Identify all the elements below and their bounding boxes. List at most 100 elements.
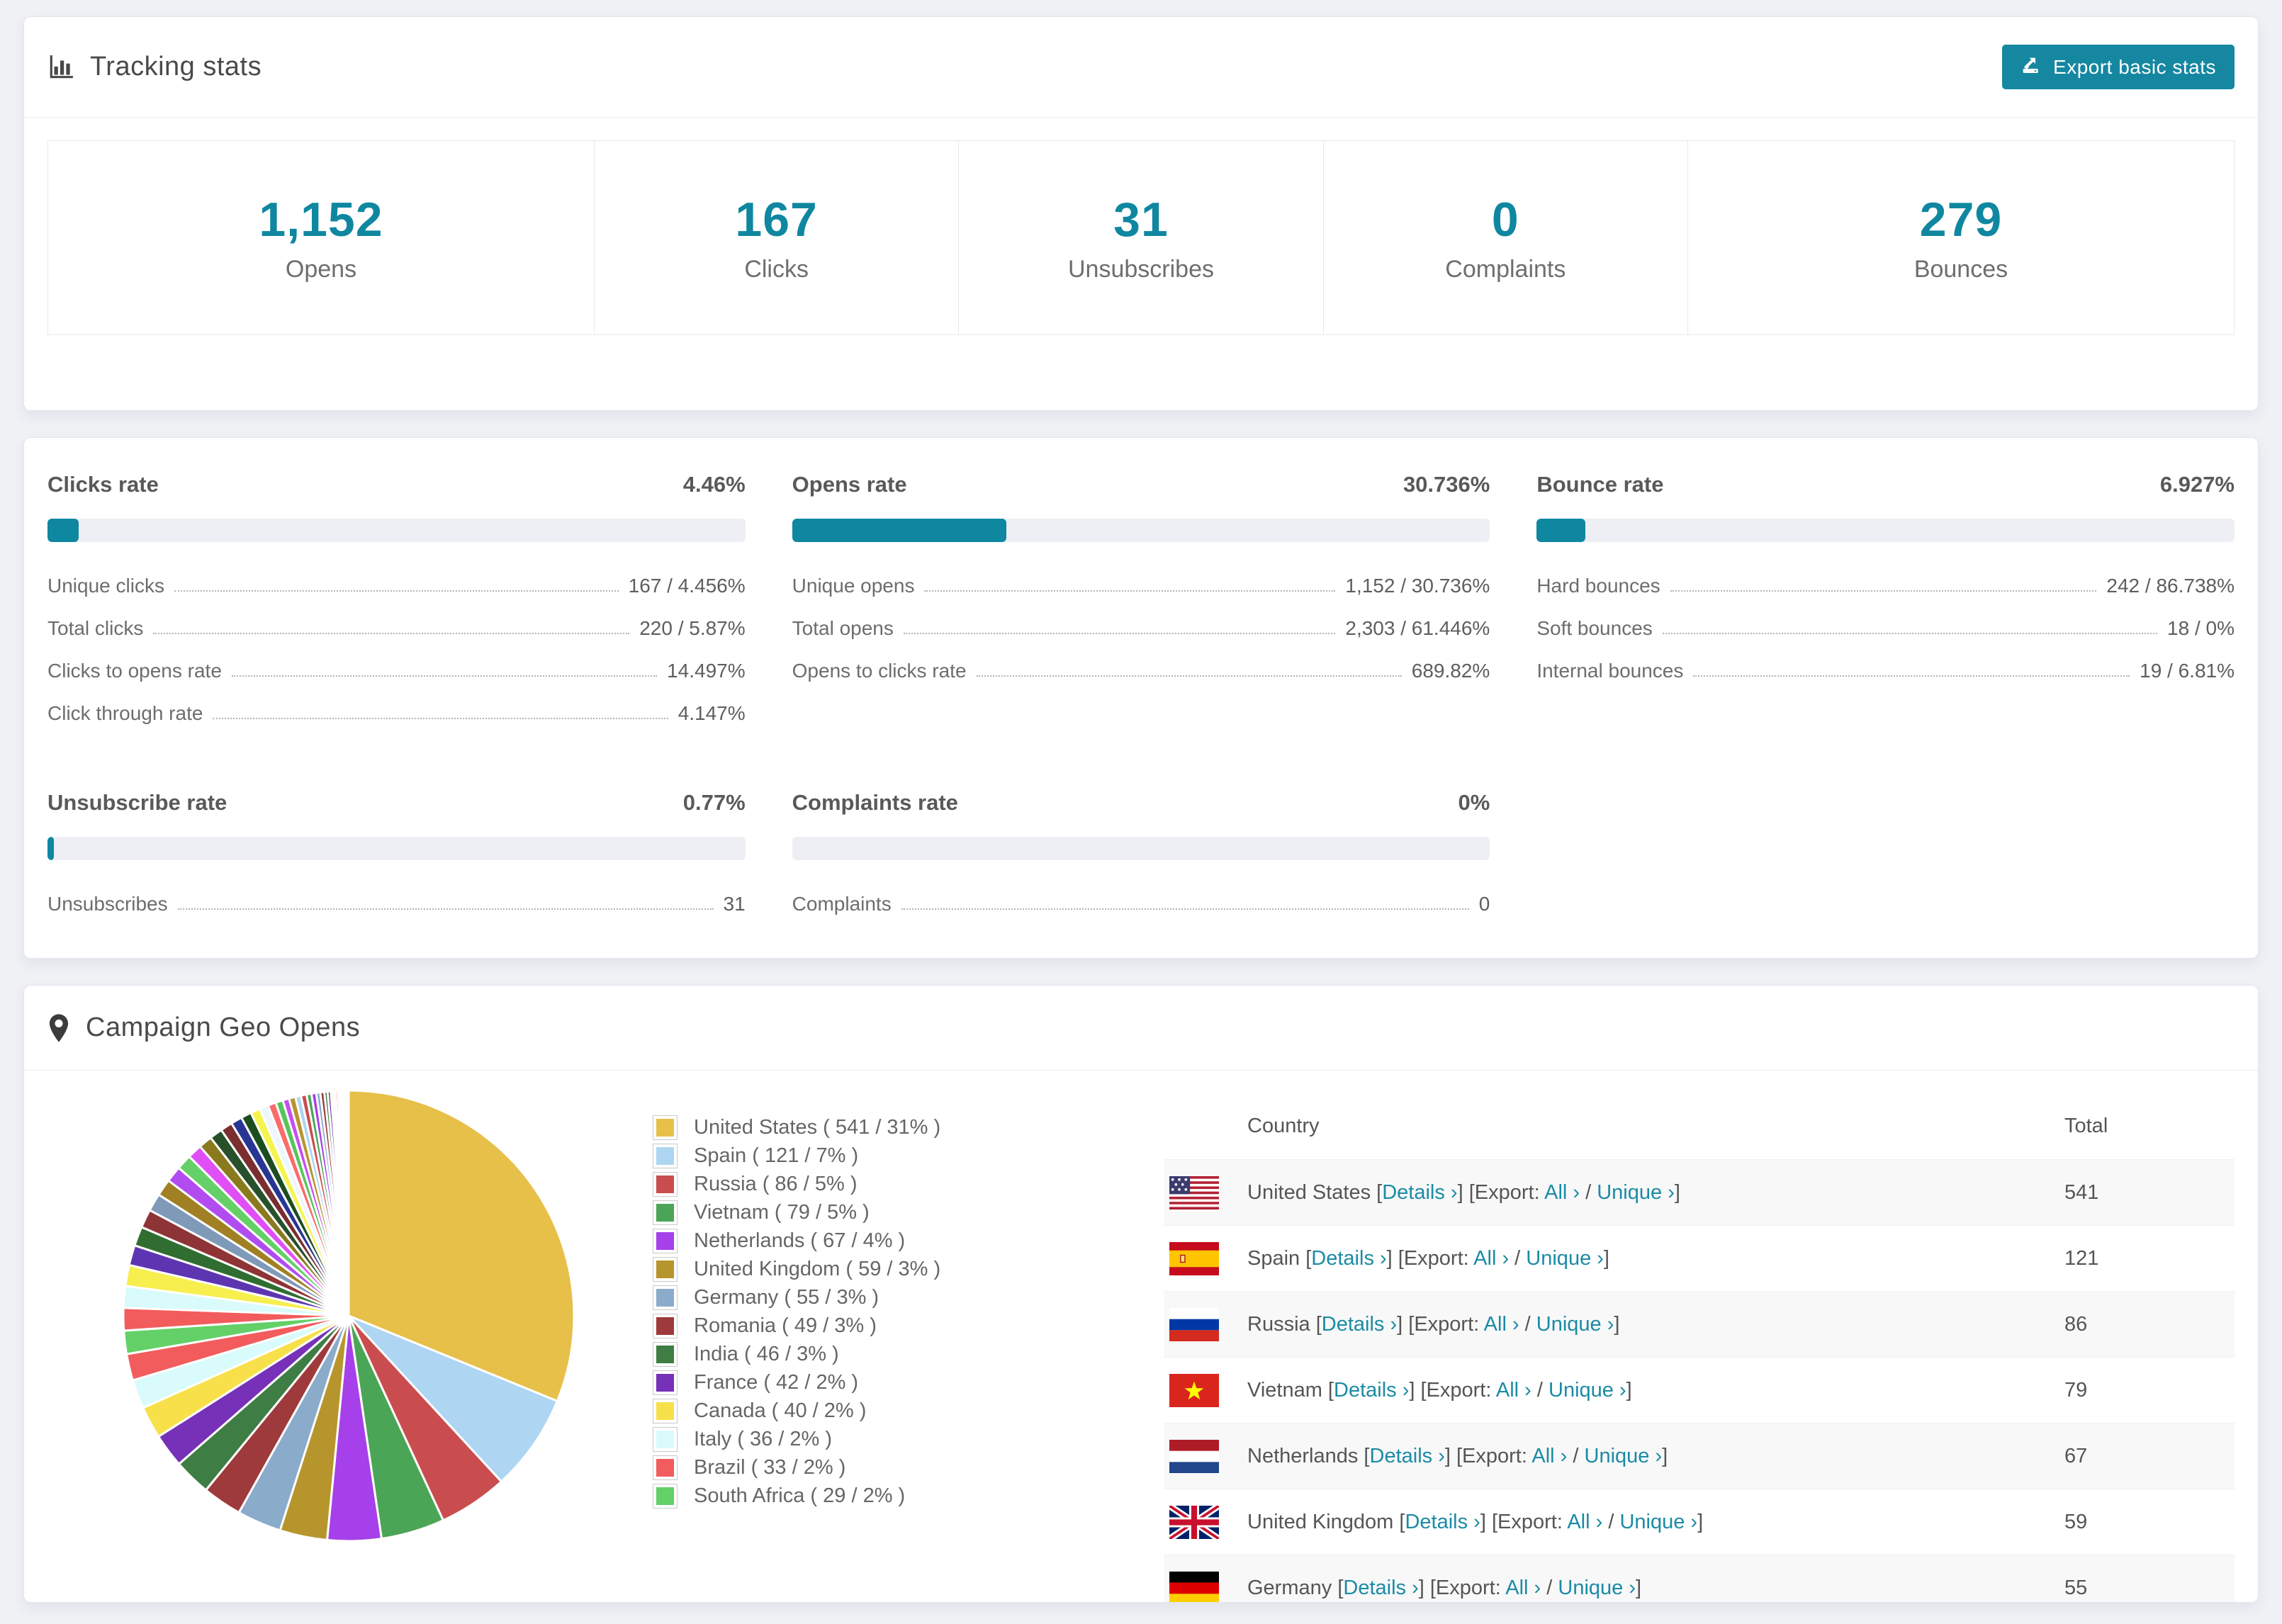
export-unique-link[interactable]: Unique ›	[1548, 1379, 1626, 1402]
stat-label: Unsubscribes	[1068, 256, 1214, 283]
export-unique-link[interactable]: Unique ›	[1619, 1511, 1697, 1533]
details-link[interactable]: Details ›	[1382, 1181, 1457, 1204]
export-all-link[interactable]: All ›	[1505, 1577, 1541, 1599]
dotted-leader	[901, 908, 1469, 910]
rate-detail-value: 0	[1478, 893, 1490, 915]
bracket: ] [	[1418, 1576, 1436, 1599]
vn-flag-icon	[1164, 1358, 1247, 1423]
export-all-link[interactable]: All ›	[1473, 1247, 1509, 1270]
country-cell: United Kingdom [Details ›] [Export: All …	[1247, 1489, 2064, 1555]
legend-swatch	[653, 1143, 678, 1168]
rate-detail-row: Opens to clicks rate 689.82%	[792, 650, 1490, 692]
rate-detail-row: Internal bounces 19 / 6.81%	[1536, 650, 2235, 692]
rate-detail-row: Unsubscribes 31	[47, 883, 746, 925]
rate-detail-label: Complaints	[792, 893, 892, 915]
rate-progress-track	[47, 519, 746, 542]
rate-detail-row: Click through rate 4.147%	[47, 692, 746, 735]
details-link[interactable]: Details ›	[1405, 1511, 1480, 1533]
export-all-link[interactable]: All ›	[1496, 1379, 1531, 1402]
rate-detail-label: Soft bounces	[1536, 617, 1653, 639]
country-name: Germany	[1247, 1576, 1332, 1599]
legend-item-germany: Germany ( 55 / 3% )	[653, 1283, 1079, 1312]
country-name: United Kingdom	[1247, 1510, 1394, 1533]
gb-flag-icon	[1164, 1489, 1247, 1555]
legend-swatch	[653, 1171, 678, 1197]
export-unique-link[interactable]: Unique ›	[1558, 1577, 1636, 1599]
tracking-stats-header: Tracking stats Export basic stats	[24, 17, 2258, 118]
rate-detail-value: 2,303 / 61.446%	[1345, 617, 1490, 639]
rate-detail-label: Internal bounces	[1536, 660, 1684, 682]
rate-progress-fill	[47, 519, 79, 542]
bar-chart-icon	[47, 54, 74, 81]
country-name: Vietnam	[1247, 1378, 1322, 1402]
total-cell: 67	[2064, 1444, 2088, 1467]
legend-swatch	[653, 1285, 678, 1310]
legend-label: United States ( 541 / 31% )	[694, 1115, 941, 1139]
geo-table-row-de: Germany [Details ›] [Export: All › / Uni…	[1164, 1555, 2235, 1603]
export-all-link[interactable]: All ›	[1567, 1511, 1602, 1533]
export-prefix: Export:	[1403, 1246, 1469, 1270]
export-all-link[interactable]: All ›	[1531, 1445, 1567, 1467]
export-unique-link[interactable]: Unique ›	[1526, 1247, 1604, 1270]
de-flag-icon	[1164, 1555, 1247, 1602]
export-basic-stats-button[interactable]: Export basic stats	[2002, 45, 2235, 89]
legend-item-south-africa: South Africa ( 29 / 2% )	[653, 1482, 1079, 1510]
legend-label: Romania ( 49 / 3% )	[694, 1314, 877, 1337]
export-all-link[interactable]: All ›	[1484, 1313, 1519, 1336]
pie-slice[interactable]	[347, 1089, 350, 1316]
legend-item-netherlands: Netherlands ( 67 / 4% )	[653, 1227, 1079, 1255]
details-link[interactable]: Details ›	[1334, 1379, 1409, 1402]
bracket: ] [	[1409, 1378, 1427, 1402]
rate-progress-track	[792, 837, 1490, 860]
dotted-leader	[1693, 675, 2130, 677]
country-cell: Germany [Details ›] [Export: All › / Uni…	[1247, 1555, 2064, 1603]
dotted-leader	[1662, 633, 2158, 634]
total-cell: 55	[2064, 1576, 2088, 1599]
export-prefix: Export:	[1414, 1312, 1480, 1336]
details-link[interactable]: Details ›	[1370, 1445, 1445, 1467]
rate-head: Unsubscribe rate 0.77%	[47, 790, 746, 816]
rate-progress-track	[792, 519, 1490, 542]
rate-detail-label: Opens to clicks rate	[792, 660, 967, 682]
stat-cell-bounces: 279 Bounces	[1688, 141, 2234, 334]
stat-cell-opens: 1,152 Opens	[48, 141, 595, 334]
bracket: ]	[1662, 1444, 1668, 1467]
bracket: ]	[1603, 1246, 1609, 1270]
geo-header: Campaign Geo Opens	[24, 986, 2258, 1071]
rate-value: 30.736%	[1403, 472, 1490, 497]
export-prefix: Export:	[1462, 1444, 1527, 1467]
slash: /	[1541, 1576, 1558, 1599]
rate-block-clicks-rate: Clicks rate 4.46% Unique clicks 167 / 4.456…	[47, 472, 746, 735]
geo-table-row-nl: Netherlands [Details ›] [Export: All › /…	[1164, 1423, 2235, 1489]
legend-swatch	[653, 1341, 678, 1367]
rate-rows: Unsubscribes 31	[47, 883, 746, 925]
legend-swatch	[653, 1115, 678, 1140]
details-link[interactable]: Details ›	[1343, 1577, 1418, 1599]
export-unique-link[interactable]: Unique ›	[1536, 1313, 1614, 1336]
rate-detail-row: Hard bounces 242 / 86.738%	[1536, 565, 2235, 607]
nl-flag-icon	[1164, 1423, 1247, 1489]
rate-title: Bounce rate	[1536, 472, 1664, 497]
legend-swatch	[653, 1426, 678, 1452]
details-link[interactable]: Details ›	[1311, 1247, 1386, 1270]
export-all-link[interactable]: All ›	[1544, 1181, 1580, 1204]
country-cell: Spain [Details ›] [Export: All › / Uniqu…	[1247, 1226, 2064, 1292]
bracket: ] [	[1480, 1510, 1497, 1533]
stat-value: 279	[1919, 193, 2003, 247]
geo-table-row-gb: United Kingdom [Details ›] [Export: All …	[1164, 1489, 2235, 1555]
legend-label: Germany ( 55 / 3% )	[694, 1285, 879, 1309]
legend-item-united-states: United States ( 541 / 31% )	[653, 1113, 1079, 1141]
dotted-leader	[153, 633, 630, 634]
legend-swatch	[653, 1483, 678, 1509]
total-column-header: Total	[2064, 1115, 2108, 1137]
legend-label: Vietnam ( 79 / 5% )	[694, 1200, 870, 1224]
export-unique-link[interactable]: Unique ›	[1585, 1445, 1663, 1467]
rate-head: Complaints rate 0%	[792, 790, 1490, 816]
export-unique-link[interactable]: Unique ›	[1597, 1181, 1675, 1204]
rate-progress-track	[1536, 519, 2235, 542]
rate-progress-fill	[1536, 519, 1585, 542]
geo-pie-wrap	[115, 1082, 583, 1553]
geo-table-row-ru: Russia [Details ›] [Export: All › / Uniq…	[1164, 1291, 2235, 1358]
geo-table-body: United States [Details ›] [Export: All ›…	[1164, 1159, 2235, 1603]
details-link[interactable]: Details ›	[1322, 1313, 1397, 1336]
